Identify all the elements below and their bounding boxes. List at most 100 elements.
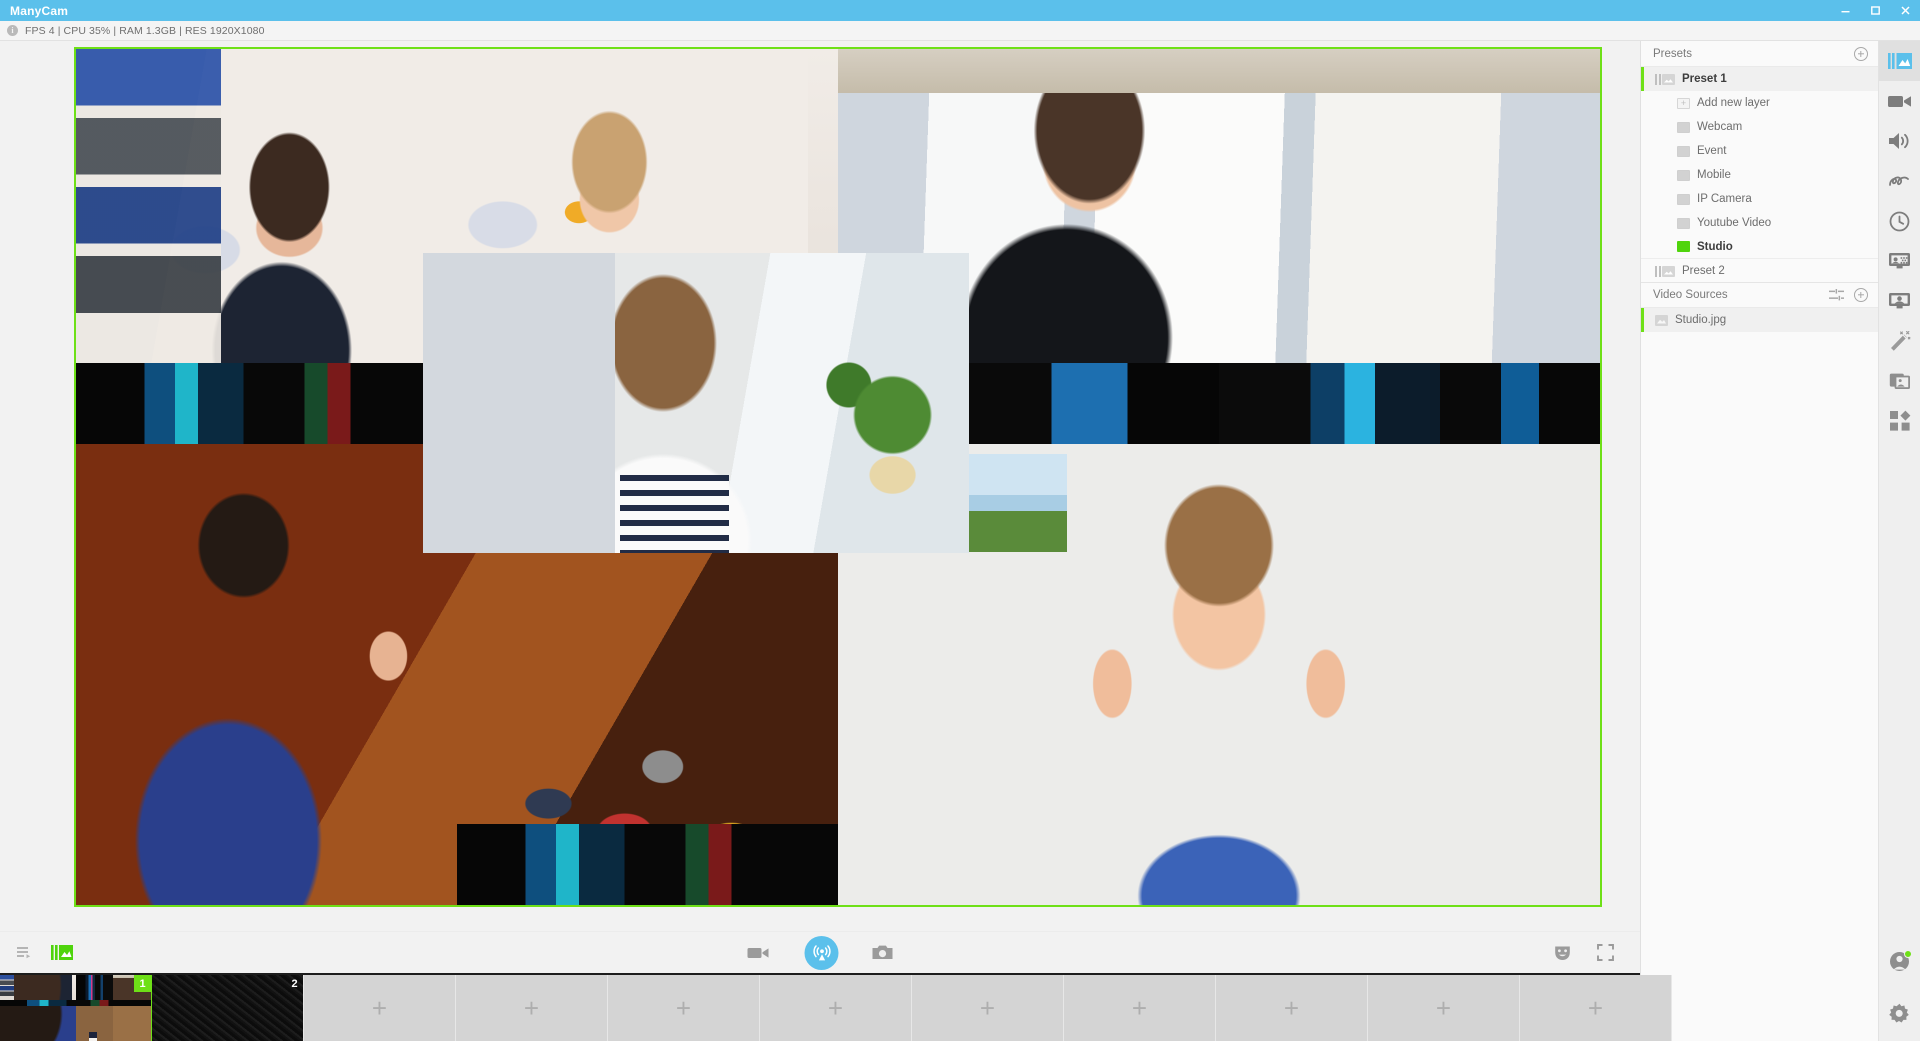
manycam-window: ManyCam i FPS 4 | CPU 35% | RAM 1.3GB | … bbox=[0, 0, 1920, 1041]
screens-strip-left-photo bbox=[76, 362, 457, 445]
thumbnail-add-slot[interactable]: + bbox=[912, 975, 1064, 1041]
layer-icon bbox=[1677, 169, 1690, 181]
app-title: ManyCam bbox=[10, 3, 69, 18]
screens-bottom-photo bbox=[457, 823, 838, 905]
layer-screens-strip-left[interactable] bbox=[76, 362, 457, 445]
preset-item-event[interactable]: Event bbox=[1641, 139, 1878, 163]
preset-item-mobile[interactable]: Mobile bbox=[1641, 163, 1878, 187]
record-video-button[interactable] bbox=[747, 945, 771, 961]
presets-list: Preset 1 + Add new layer Webcam Event Mo… bbox=[1641, 67, 1878, 282]
rail-item-account[interactable] bbox=[1879, 941, 1920, 981]
thumbnail-add-slot[interactable]: + bbox=[1216, 975, 1368, 1041]
thumbnail-add-slot[interactable]: + bbox=[1368, 975, 1520, 1041]
rail-item-effects[interactable] bbox=[1879, 321, 1920, 361]
preview-canvas[interactable] bbox=[74, 47, 1602, 907]
thumbnail-add-slot[interactable]: + bbox=[1064, 975, 1216, 1041]
preset-item-preset-1[interactable]: Preset 1 bbox=[1641, 67, 1878, 91]
preset-label: Event bbox=[1697, 145, 1727, 157]
preview-stage bbox=[0, 41, 1640, 931]
main-column: 1 2 + + + + + + + + + › bbox=[0, 41, 1718, 1041]
preset-item-webcam[interactable]: Webcam bbox=[1641, 115, 1878, 139]
thumbnail-number: 1 bbox=[134, 975, 151, 992]
rail-item-video-sources[interactable] bbox=[1879, 81, 1920, 121]
rail-item-media[interactable] bbox=[1879, 361, 1920, 401]
effects-mask-icon[interactable] bbox=[1554, 944, 1571, 961]
rail-item-settings[interactable] bbox=[1879, 993, 1920, 1033]
thumbnail-add-slot[interactable]: + bbox=[608, 975, 760, 1041]
broadcast-button[interactable] bbox=[804, 935, 839, 970]
thumbnail-add-slot[interactable]: + bbox=[456, 975, 608, 1041]
thumbnail-number: 2 bbox=[291, 977, 298, 990]
snapshot-button[interactable] bbox=[872, 944, 893, 961]
sky-photo bbox=[966, 453, 1067, 553]
video-source-item-studio-jpg[interactable]: Studio.jpg bbox=[1641, 308, 1878, 332]
rail-item-chroma-key[interactable] bbox=[1879, 241, 1920, 281]
layer-active-icon bbox=[1677, 241, 1690, 252]
toolbar-left-group bbox=[0, 944, 73, 961]
rail-item-backgrounds[interactable] bbox=[1879, 281, 1920, 321]
right-icon-rail bbox=[1878, 41, 1920, 1041]
preset-item-ip-camera[interactable]: IP Camera bbox=[1641, 187, 1878, 211]
rail-bottom-group bbox=[1879, 941, 1920, 1041]
presets-panel-header: Presets bbox=[1641, 41, 1878, 67]
layer-blank-panel[interactable] bbox=[423, 252, 616, 554]
add-video-source-button[interactable] bbox=[1854, 288, 1868, 302]
toolbar-right-group bbox=[1554, 944, 1640, 961]
preset-icon bbox=[1655, 265, 1675, 277]
preset-item-studio[interactable]: Studio bbox=[1641, 235, 1878, 259]
add-preset-icon: + bbox=[827, 993, 844, 1023]
preset-item-youtube-video[interactable]: Youtube Video bbox=[1641, 211, 1878, 235]
status-bar: i FPS 4 | CPU 35% | RAM 1.3GB | RES 1920… bbox=[0, 21, 1920, 41]
preset-label: IP Camera bbox=[1697, 193, 1752, 205]
rail-item-audio[interactable] bbox=[1879, 121, 1920, 161]
status-badge bbox=[1904, 949, 1912, 958]
status-text: FPS 4 | CPU 35% | RAM 1.3GB | RES 1920X1… bbox=[25, 24, 265, 37]
add-preset-icon: + bbox=[1435, 993, 1452, 1023]
sources-settings-icon[interactable] bbox=[1829, 289, 1844, 301]
thumbnail-add-slot[interactable]: + bbox=[760, 975, 912, 1041]
rail-item-apps[interactable] bbox=[1879, 401, 1920, 441]
thumbnail-add-slot[interactable]: + bbox=[1520, 975, 1672, 1041]
maximize-button[interactable] bbox=[1860, 0, 1890, 21]
thumbnail-preset-2[interactable]: 2 bbox=[152, 975, 304, 1041]
add-preset-icon: + bbox=[1131, 993, 1148, 1023]
thumb-cell-megaphone bbox=[0, 975, 76, 1000]
presets-panel-actions bbox=[1854, 46, 1868, 61]
video-sources-panel-title: Video Sources bbox=[1653, 289, 1728, 301]
preset-label: Preset 1 bbox=[1682, 73, 1727, 85]
preset-item-add-new-layer[interactable]: + Add new layer bbox=[1641, 91, 1878, 115]
thumbnail-add-slot[interactable]: + bbox=[304, 975, 456, 1041]
thumbnail-preset-1[interactable]: 1 bbox=[0, 975, 152, 1041]
bottom-toolbar bbox=[0, 931, 1640, 973]
preset-item-preset-2[interactable]: Preset 2 bbox=[1641, 259, 1878, 282]
add-preset-icon: + bbox=[675, 993, 692, 1023]
toolbar-center-group bbox=[747, 935, 893, 970]
minimize-button[interactable] bbox=[1830, 0, 1860, 21]
rail-item-scheduler[interactable] bbox=[1879, 201, 1920, 241]
presets-toolbar-icon[interactable] bbox=[51, 944, 73, 961]
layer-icon bbox=[1677, 193, 1690, 205]
layer-screens-strip-right[interactable] bbox=[1219, 362, 1600, 445]
add-preset-button[interactable] bbox=[1854, 46, 1868, 61]
rail-item-presets[interactable] bbox=[1878, 41, 1920, 81]
layer-screens-bottom[interactable] bbox=[457, 823, 838, 905]
title-bar: ManyCam bbox=[0, 0, 1920, 21]
thumbnail-collage bbox=[0, 975, 151, 1041]
video-sources-panel-header: Video Sources bbox=[1641, 282, 1878, 308]
preset-label: Add new layer bbox=[1697, 97, 1770, 109]
right-panel: Presets Preset 1 + Add new layer Webcam … bbox=[1640, 41, 1878, 1041]
rail-item-draw[interactable] bbox=[1879, 161, 1920, 201]
image-file-icon bbox=[1655, 314, 1668, 326]
layer-sky-sliver[interactable] bbox=[966, 453, 1067, 553]
add-preset-icon: + bbox=[979, 993, 996, 1023]
fullscreen-button[interactable] bbox=[1597, 944, 1614, 961]
preset-thumbnail-strip: 1 2 + + + + + + + + + › bbox=[0, 973, 1718, 1041]
preset-label: Mobile bbox=[1697, 169, 1731, 181]
account-icon bbox=[1889, 949, 1912, 972]
playlist-icon[interactable] bbox=[16, 945, 33, 961]
preset-label: Youtube Video bbox=[1697, 217, 1772, 229]
close-button[interactable] bbox=[1890, 0, 1920, 21]
add-preset-icon: + bbox=[371, 993, 388, 1023]
add-preset-icon: + bbox=[523, 993, 540, 1023]
video-source-label: Studio.jpg bbox=[1675, 314, 1727, 326]
